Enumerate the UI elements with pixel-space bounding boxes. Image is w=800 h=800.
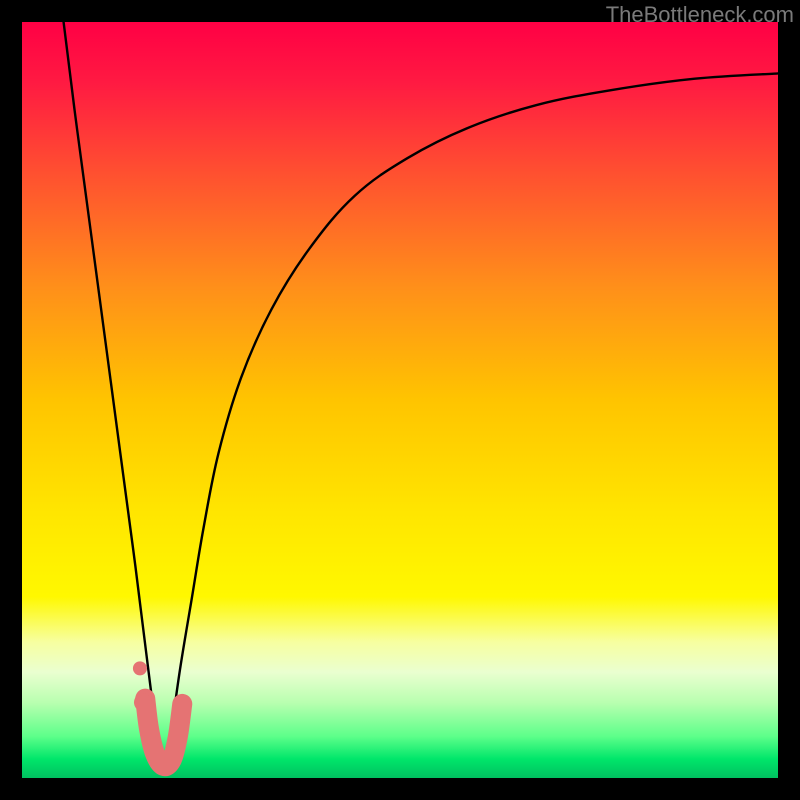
watermark-text: TheBottleneck.com [606,2,794,28]
chart-svg [22,22,778,778]
chart-frame: TheBottleneck.com [0,0,800,800]
plot-area [22,22,778,778]
marker-dot [134,693,152,711]
marker-dot [133,661,147,675]
